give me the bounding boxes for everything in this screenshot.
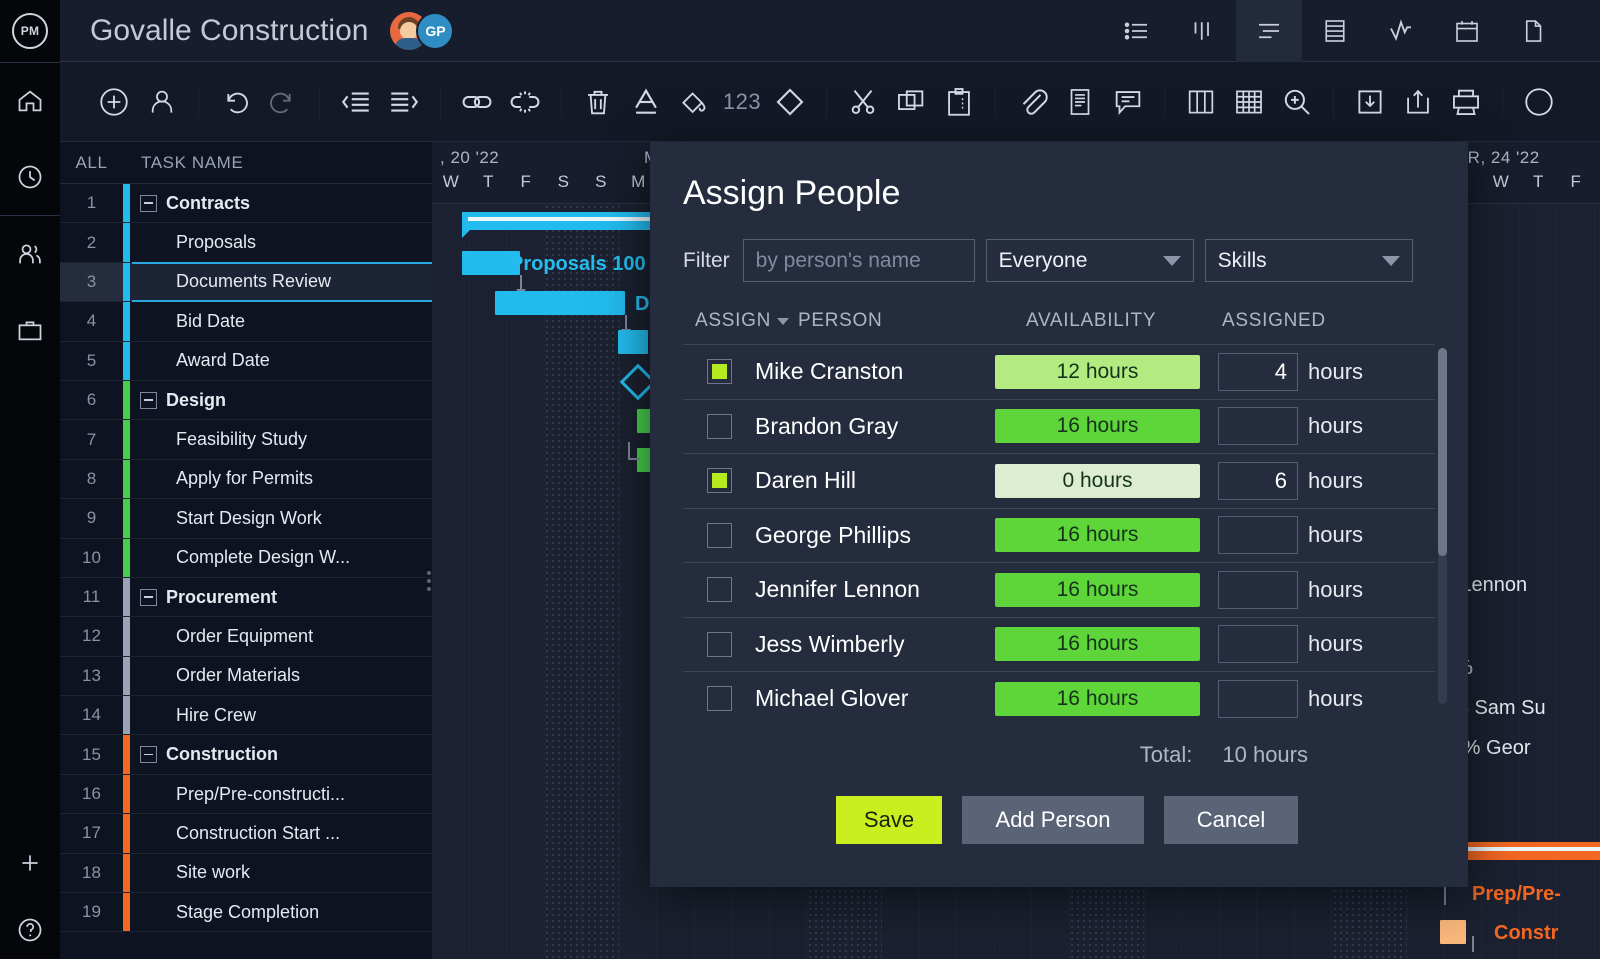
assign-checkbox[interactable] — [707, 632, 732, 657]
availability-badge: 16 hours — [995, 682, 1200, 716]
assign-checkbox-cell — [683, 359, 755, 384]
person-name: George Phillips — [755, 522, 995, 549]
assign-checkbox-cell — [683, 577, 755, 602]
assigned-hours-cell: hours — [1218, 407, 1363, 445]
hours-unit-label: hours — [1308, 468, 1363, 494]
assigned-hours-input[interactable] — [1218, 625, 1298, 663]
search-input[interactable] — [743, 239, 975, 282]
person-row[interactable]: Mike Cranston12 hours hours — [683, 344, 1435, 399]
assigned-hours-input[interactable] — [1218, 680, 1298, 718]
hours-unit-label: hours — [1308, 577, 1363, 603]
person-row[interactable]: Daren Hill0 hours hours — [683, 453, 1435, 508]
people-list[interactable]: Mike Cranston12 hourshoursBrandon Gray16… — [683, 344, 1435, 726]
add-person-button[interactable]: Add Person — [962, 796, 1144, 844]
assign-checkbox-cell — [683, 686, 755, 711]
skills-filter-value: Skills — [1218, 249, 1267, 273]
assign-checkbox[interactable] — [707, 359, 732, 384]
person-row[interactable]: Brandon Gray16 hours hours — [683, 399, 1435, 454]
availability-badge: 12 hours — [995, 355, 1200, 389]
assign-checkbox[interactable] — [707, 523, 732, 548]
assigned-hours-input[interactable] — [1218, 571, 1298, 609]
assigned-hours-input[interactable] — [1218, 462, 1298, 500]
cancel-button[interactable]: Cancel — [1164, 796, 1298, 844]
assign-checkbox[interactable] — [707, 577, 732, 602]
column-header-availability: AVAILABILITY — [1026, 310, 1222, 332]
filter-label: Filter — [683, 249, 730, 273]
scrollbar-thumb — [1438, 348, 1447, 556]
assigned-hours-cell: hours — [1218, 625, 1363, 663]
total-value: 10 hours — [1222, 742, 1308, 768]
assign-checkbox-cell — [683, 523, 755, 548]
modal-overlay: Assign People Filter Everyone Skills ASS… — [0, 0, 1600, 959]
person-row[interactable]: Jennifer Lennon16 hours hours — [683, 562, 1435, 617]
person-name: Brandon Gray — [755, 413, 995, 440]
assigned-hours-cell: hours — [1218, 462, 1363, 500]
person-name: Jess Wimberly — [755, 631, 995, 658]
person-name: Jennifer Lennon — [755, 576, 995, 603]
assign-checkbox-cell — [683, 468, 755, 493]
assigned-hours-cell: hours — [1218, 353, 1363, 391]
assigned-hours-input[interactable] — [1218, 407, 1298, 445]
assign-checkbox[interactable] — [707, 414, 732, 439]
assigned-hours-cell: hours — [1218, 571, 1363, 609]
sort-chevron-icon — [777, 318, 789, 325]
hours-unit-label: hours — [1308, 359, 1363, 385]
availability-badge: 0 hours — [995, 464, 1200, 498]
assigned-hours-cell: hours — [1218, 516, 1363, 554]
person-row[interactable]: Michael Glover16 hours hours — [683, 671, 1435, 726]
assigned-hours-input[interactable] — [1218, 353, 1298, 391]
availability-badge: 16 hours — [995, 409, 1200, 443]
skills-filter-select[interactable]: Skills — [1205, 239, 1413, 282]
app-root: PM — [0, 0, 1600, 959]
availability-badge: 16 hours — [995, 573, 1200, 607]
assigned-hours-input[interactable] — [1218, 516, 1298, 554]
list-column-headers: ASSIGN PERSON AVAILABILITY ASSIGNED — [695, 282, 1468, 332]
person-name: Mike Cranston — [755, 358, 995, 385]
assigned-hours-cell: hours — [1218, 680, 1363, 718]
availability-badge: 16 hours — [995, 518, 1200, 552]
availability-badge: 16 hours — [995, 627, 1200, 661]
column-header-person: PERSON — [798, 310, 1026, 332]
people-list-scrollbar[interactable] — [1438, 348, 1447, 704]
assign-checkbox-cell — [683, 632, 755, 657]
save-button[interactable]: Save — [836, 796, 942, 844]
people-rows: Mike Cranston12 hourshoursBrandon Gray16… — [683, 344, 1435, 726]
hours-unit-label: hours — [1308, 631, 1363, 657]
column-header-assigned: ASSIGNED — [1222, 310, 1372, 332]
assign-checkbox[interactable] — [707, 468, 732, 493]
column-header-assign[interactable]: ASSIGN — [695, 310, 798, 332]
person-row[interactable]: Jess Wimberly16 hours hours — [683, 617, 1435, 672]
person-name: Michael Glover — [755, 685, 995, 712]
hours-unit-label: hours — [1308, 413, 1363, 439]
assign-checkbox[interactable] — [707, 686, 732, 711]
total-label: Total: — [1140, 742, 1193, 768]
column-header-assign-label: ASSIGN — [695, 310, 771, 332]
dialog-title: Assign People — [650, 142, 1468, 213]
hours-unit-label: hours — [1308, 522, 1363, 548]
group-filter-select[interactable]: Everyone — [986, 239, 1194, 282]
filter-bar: Filter Everyone Skills — [650, 213, 1468, 282]
assign-people-dialog: Assign People Filter Everyone Skills ASS… — [650, 142, 1468, 887]
person-row[interactable]: George Phillips16 hours hours — [683, 508, 1435, 563]
person-name: Daren Hill — [755, 467, 995, 494]
group-filter-value: Everyone — [999, 249, 1088, 273]
dialog-buttons: Save Add Person Cancel — [650, 768, 1468, 844]
hours-unit-label: hours — [1308, 686, 1363, 712]
total-row: Total: 10 hours — [650, 726, 1468, 768]
assign-checkbox-cell — [683, 414, 755, 439]
chevron-down-icon — [1163, 256, 1181, 266]
chevron-down-icon-2 — [1382, 256, 1400, 266]
